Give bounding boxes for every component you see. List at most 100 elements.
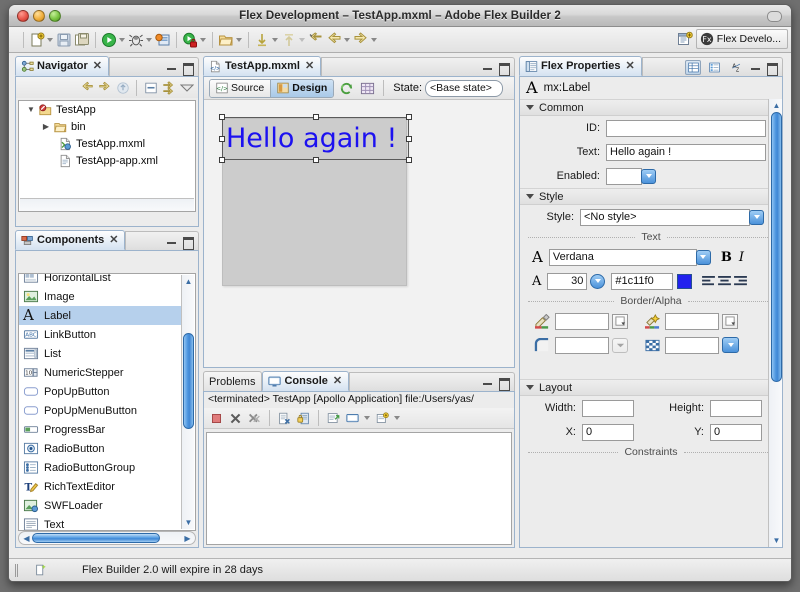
font-family-input[interactable]: Verdana [548,248,697,266]
profile-icon[interactable] [154,31,172,49]
up-home-icon[interactable] [114,79,131,96]
bold-button[interactable]: B [721,250,732,265]
id-input[interactable] [606,119,766,137]
alpha-input[interactable] [665,336,719,354]
remove-launch-icon[interactable] [227,410,244,427]
category-view-icon[interactable] [685,59,701,75]
list-item[interactable]: PopUpButton [19,382,181,401]
perspective-flex-development-button[interactable]: Fx Flex Develo... [695,29,788,49]
minimize-icon[interactable] [482,62,493,73]
tree-row[interactable]: TestApp.mxml [19,135,195,152]
properties-vscrollbar[interactable]: ▲ ▼ [768,99,782,547]
list-item[interactable]: PopUpMenuButton [19,401,181,420]
tab-problems[interactable]: Problems [203,371,263,391]
x-input[interactable]: 0 [582,423,634,441]
scroll-down-arrow-icon[interactable]: ▼ [184,518,193,527]
tab-flex-properties[interactable]: Flex Properties ✕ [519,56,642,76]
italic-button[interactable]: I [739,250,744,265]
tree-row[interactable]: ▼ TestApp [19,101,195,118]
minimize-icon[interactable] [750,62,761,73]
list-item[interactable]: RadioButtonGroup [19,458,181,477]
corner-radius-icon[interactable] [534,337,551,353]
components-hscrollbar[interactable]: ◀ ▶ [18,531,196,545]
components-vscrollbar[interactable]: ▲ ▼ [181,275,194,529]
refresh-icon[interactable] [337,79,355,97]
navigator-hscrollbar[interactable] [20,198,194,211]
design-grid-icon[interactable] [358,79,376,97]
list-item[interactable]: 10 NumericStepper [19,363,181,382]
scroll-up-arrow-icon[interactable]: ▲ [184,277,193,286]
resize-handle-n[interactable] [313,114,319,120]
resize-handle-w[interactable] [219,136,225,142]
chevron-down-icon[interactable]: ▼ [24,105,38,114]
scroll-up-arrow-icon[interactable]: ▲ [772,101,781,110]
section-common[interactable]: Common [520,99,782,116]
alpha-icon[interactable] [644,338,661,353]
list-item[interactable]: ProgressBar [19,420,181,439]
list-item[interactable]: ABC LinkButton [19,325,181,344]
scroll-lock-icon[interactable] [295,410,312,427]
resize-handle-e[interactable] [406,136,412,142]
width-input[interactable] [582,399,634,417]
maximize-icon[interactable] [766,62,778,76]
minimize-button[interactable] [33,10,45,22]
minimize-icon[interactable] [166,236,177,247]
color-swatch-button[interactable] [677,273,693,289]
console-output[interactable] [206,432,512,545]
resize-handle-ne[interactable] [406,114,412,120]
scroll-left-arrow-icon[interactable]: ◀ [22,534,31,543]
corner-radius-input[interactable] [555,336,609,354]
navigator-tree[interactable]: ▼ TestApp ▶ bin TestApp.mxml TestApp-app… [18,100,196,212]
open-folder-dropdown-icon[interactable] [236,37,242,42]
maximize-icon[interactable] [498,62,510,76]
resize-handle-se[interactable] [406,157,412,163]
view-menu-icon[interactable] [178,79,195,96]
font-color-input[interactable]: #1c11f0 [611,272,674,290]
down-arrow-icon[interactable] [253,31,271,49]
debug-dropdown-icon[interactable] [146,37,152,42]
collapse-all-icon[interactable] [142,79,159,96]
forward-arrow-icon[interactable] [352,31,370,49]
tab-navigator[interactable]: Navigator ✕ [15,56,109,76]
new-console-dropdown-icon[interactable] [394,416,400,420]
link-editor-icon[interactable] [160,79,177,96]
display-selected-dropdown-icon[interactable] [364,416,370,420]
run-icon[interactable] [100,31,118,49]
section-layout[interactable]: Layout [520,379,782,396]
list-item[interactable]: Image [19,287,181,306]
theme-color-icon[interactable] [644,313,661,329]
tree-row[interactable]: TestApp-app.xml [19,152,195,169]
text-input[interactable]: Hello again ! [606,143,766,161]
font-family-dropdown-arrow-icon[interactable] [695,249,711,265]
properties-scroll-area[interactable]: Common ID: Text: Hello again ! Enabled: … [520,99,782,547]
tab-components[interactable]: Components ✕ [15,230,126,250]
list-item[interactable]: T RichTextEditor [19,477,181,496]
font-size-dropdown-arrow-icon[interactable] [590,273,606,289]
theme-color-picker-button[interactable] [722,313,738,329]
enabled-input[interactable] [606,167,642,185]
back-arrow-icon[interactable] [78,79,95,96]
style-dropdown-arrow-icon[interactable] [749,209,764,225]
back-pencil-icon[interactable] [307,31,325,49]
close-icon[interactable]: ✕ [305,60,314,72]
list-item[interactable]: SWFLoader [19,496,181,515]
up-arrow-icon[interactable] [280,31,298,49]
resize-handle-s[interactable] [313,157,319,163]
properties-scroll-thumb[interactable] [771,112,782,382]
close-button[interactable] [17,10,29,22]
close-icon[interactable]: ✕ [109,234,118,246]
list-item[interactable]: HorizontalList [19,274,181,287]
open-console-icon[interactable] [325,410,342,427]
state-combo[interactable]: <Base state> [425,79,504,97]
align-right-icon[interactable] [734,275,748,287]
list-item[interactable]: RadioButton [19,439,181,458]
new-console-view-icon[interactable] [374,410,391,427]
zoom-button[interactable] [49,10,61,22]
toolbar-toggle-button[interactable] [767,11,782,22]
enabled-dropdown-arrow-icon[interactable] [641,168,656,184]
list-item[interactable]: List [19,344,181,363]
terminate-icon[interactable] [208,410,225,427]
components-hscroll-thumb[interactable] [32,533,160,543]
run-dropdown-icon[interactable] [119,37,125,42]
forward-arrow-icon[interactable] [96,79,113,96]
